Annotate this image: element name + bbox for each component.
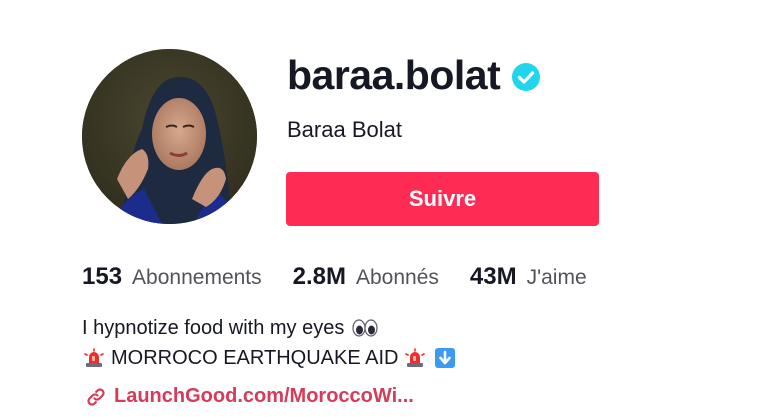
police-siren-icon bbox=[84, 348, 104, 367]
avatar-image bbox=[82, 49, 257, 224]
stat-likes: 43M J'aime bbox=[470, 262, 587, 293]
bio: I hypnotize food with my eyes MORROCO EA… bbox=[82, 313, 456, 373]
link-icon bbox=[87, 387, 105, 406]
bio-link[interactable]: LaunchGood.com/MoroccoWi... bbox=[86, 385, 414, 408]
police-siren-icon bbox=[405, 348, 426, 367]
verified-badge-icon bbox=[512, 63, 541, 91]
eyes-emoji-icon bbox=[352, 319, 378, 337]
down-arrow-icon bbox=[435, 348, 456, 368]
stat-following[interactable]: 153 Abonnements bbox=[82, 262, 262, 293]
profile-header: baraa.bolat Baraa Bolat Suivre 153 Abonn… bbox=[0, 0, 774, 417]
followers-count: 2.8M bbox=[292, 263, 346, 290]
username: baraa.bolat bbox=[287, 52, 501, 98]
following-count: 153 bbox=[82, 263, 123, 290]
stat-followers[interactable]: 2.8M Abonnés bbox=[293, 262, 439, 293]
bio-line-1: I hypnotize food with my eyes bbox=[82, 313, 456, 343]
avatar[interactable] bbox=[82, 49, 257, 224]
stats-bar: 153 Abonnements 2.8M Abonnés 43M J'aime bbox=[82, 262, 618, 293]
display-name: Baraa Bolat bbox=[287, 117, 402, 142]
likes-label: J'aime bbox=[526, 266, 587, 289]
bio-line-2: MORROCO EARTHQUAKE AID bbox=[82, 343, 456, 373]
bio-link-text: LaunchGood.com/MoroccoWi... bbox=[114, 385, 414, 407]
following-label: Abonnements bbox=[132, 266, 262, 289]
bio-text-2: MORROCO EARTHQUAKE AID bbox=[111, 347, 399, 369]
username-row: baraa.bolat bbox=[287, 50, 541, 100]
follow-button[interactable]: Suivre bbox=[286, 172, 599, 226]
likes-count: 43M bbox=[469, 263, 517, 290]
bio-text-1: I hypnotize food with my eyes bbox=[82, 317, 345, 339]
followers-label: Abonnés bbox=[356, 266, 439, 289]
